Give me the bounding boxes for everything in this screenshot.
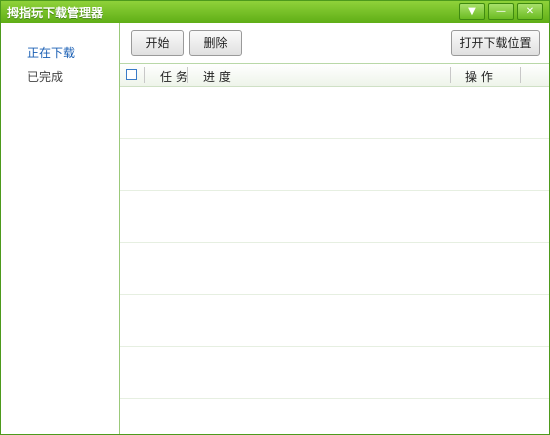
main-panel: 开始 删除 打开下载位置 任 务 进 度 操 作 bbox=[120, 23, 549, 434]
column-header-action[interactable]: 操 作 bbox=[465, 68, 493, 85]
title-bar[interactable]: 拇指玩下载管理器 ▼ — ✕ bbox=[1, 1, 549, 23]
column-header-progress[interactable]: 进 度 bbox=[203, 68, 231, 85]
sidebar-item-completed[interactable]: 已完成 bbox=[27, 68, 63, 85]
table-row bbox=[120, 139, 549, 191]
open-download-location-button[interactable]: 打开下载位置 bbox=[451, 30, 540, 56]
close-button[interactable]: ✕ bbox=[517, 3, 543, 20]
minimize-button[interactable]: — bbox=[488, 3, 514, 20]
table-row bbox=[120, 347, 549, 399]
download-manager-window: 拇指玩下载管理器 ▼ — ✕ 正在下载 已完成 开始 删除 打开下载位置 任 务… bbox=[0, 0, 550, 435]
column-divider bbox=[144, 67, 145, 83]
select-all-checkbox[interactable] bbox=[126, 69, 137, 80]
column-header-task[interactable]: 任 务 bbox=[160, 68, 188, 85]
column-divider bbox=[187, 67, 188, 83]
table-row bbox=[120, 295, 549, 347]
window-title: 拇指玩下载管理器 bbox=[7, 6, 104, 20]
sidebar-item-downloading[interactable]: 正在下载 bbox=[27, 44, 75, 61]
column-divider bbox=[450, 67, 451, 83]
start-button[interactable]: 开始 bbox=[131, 30, 184, 56]
toolbar: 开始 删除 打开下载位置 bbox=[120, 23, 549, 64]
table-row bbox=[120, 191, 549, 243]
table-row bbox=[120, 87, 549, 139]
sidebar: 正在下载 已完成 bbox=[1, 23, 120, 434]
column-divider bbox=[520, 67, 521, 83]
table-header: 任 务 进 度 操 作 bbox=[120, 64, 549, 87]
table-row bbox=[120, 243, 549, 295]
menu-dropdown-icon[interactable]: ▼ bbox=[459, 3, 485, 20]
delete-button[interactable]: 删除 bbox=[189, 30, 242, 56]
